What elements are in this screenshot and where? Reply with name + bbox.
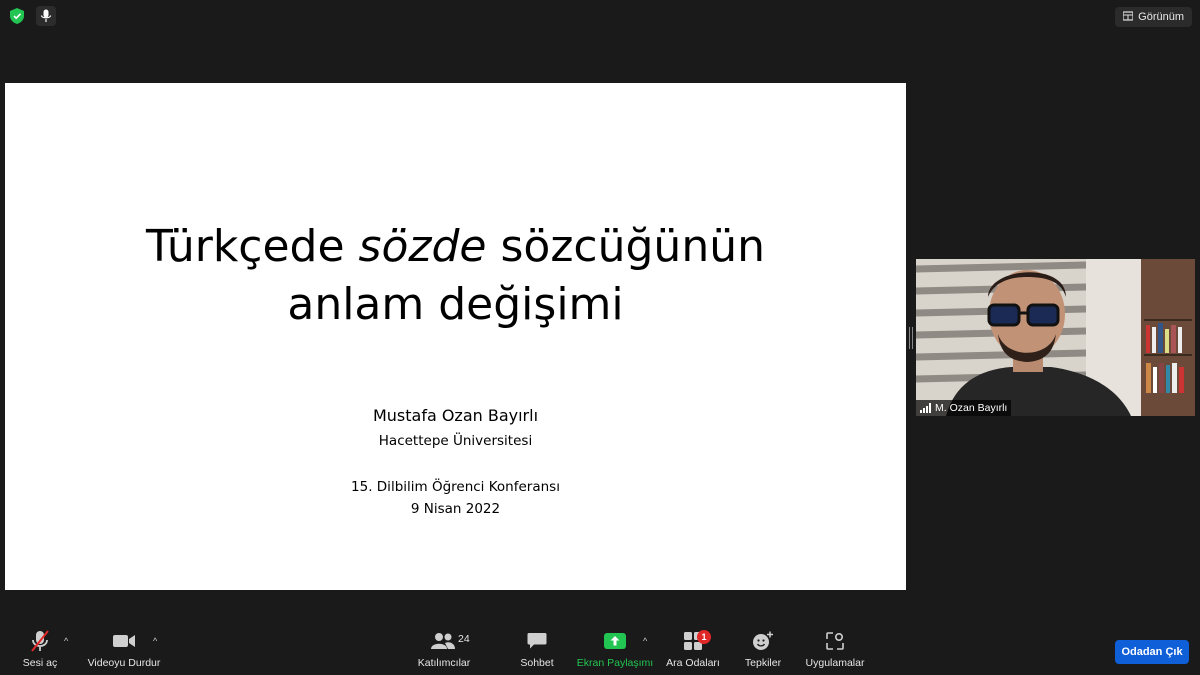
participants-icon: 24	[416, 628, 472, 654]
breakout-rooms-badge: 1	[697, 630, 711, 644]
reactions-button[interactable]: Tepkiler	[743, 628, 783, 669]
participant-name: M. Ozan Bayırlı	[935, 402, 1008, 414]
slide-date: 9 Nisan 2022	[410, 501, 501, 517]
participants-label: Katılımcılar	[417, 657, 471, 669]
panel-resize-handle[interactable]	[909, 327, 913, 349]
chat-icon	[527, 628, 547, 654]
breakout-rooms-icon: 1	[683, 628, 711, 654]
breakout-rooms-label: Ara Odaları	[666, 657, 720, 669]
unmute-label: Sesi aç	[22, 657, 58, 669]
video-options-chevron-icon[interactable]: ^	[153, 636, 157, 646]
mic-status-icon[interactable]	[36, 6, 56, 26]
reactions-label: Tepkiler	[744, 657, 782, 669]
reactions-icon	[752, 628, 774, 654]
participants-count: 24	[458, 633, 470, 645]
slide-title-line-1: Türkçede sözde sözcüğünün	[146, 221, 765, 272]
apps-icon	[826, 628, 844, 654]
view-button[interactable]: Görünüm	[1115, 7, 1192, 27]
top-left-controls	[8, 6, 56, 26]
stop-video-label: Videoyu Durdur	[87, 657, 161, 669]
apps-label: Uygulamalar	[805, 657, 865, 669]
chat-button[interactable]: Sohbet	[518, 628, 556, 669]
stop-video-button[interactable]: Videoyu Durdur	[84, 628, 164, 669]
participant-video[interactable]: M. Ozan Bayırlı	[916, 259, 1195, 416]
mic-off-icon	[29, 628, 51, 654]
slide-university: Hacettepe Üniversitesi	[378, 433, 533, 449]
slide-conference: 15. Dilbilim Öğrenci Konferansı	[351, 479, 560, 495]
apps-button[interactable]: Uygulamalar	[804, 628, 866, 669]
grid-view-icon	[1122, 10, 1134, 24]
view-label: Görünüm	[1138, 11, 1184, 23]
participant-name-tag: M. Ozan Bayırlı	[916, 400, 1012, 416]
leave-meeting-button[interactable]: Odadan Çık	[1115, 640, 1189, 664]
slide-title-line-2: anlam değişimi	[287, 279, 624, 330]
slide-title-italic: sözde	[358, 221, 487, 272]
signal-icon	[920, 403, 931, 413]
audio-options-chevron-icon[interactable]: ^	[64, 636, 68, 646]
share-screen-button[interactable]: Ekran Paylaşımı	[576, 628, 654, 669]
share-screen-label: Ekran Paylaşımı	[576, 657, 654, 669]
unmute-button[interactable]: Sesi aç	[22, 628, 58, 669]
participants-button[interactable]: 24 Katılımcılar	[416, 628, 472, 669]
slide-title: Türkçede sözde sözcüğünün anlam değişimi	[5, 218, 906, 334]
chat-label: Sohbet	[520, 657, 554, 669]
shield-icon[interactable]	[8, 6, 26, 26]
video-camera-icon	[112, 628, 136, 654]
participant-video-frame	[916, 259, 1195, 416]
slide-author: Mustafa Ozan Bayırlı	[372, 406, 539, 425]
breakout-rooms-button[interactable]: 1 Ara Odaları	[666, 628, 720, 669]
shared-screen-slide: Türkçede sözde sözcüğünün anlam değişimi…	[5, 83, 906, 590]
meeting-toolbar: Sesi aç ^ Videoyu Durdur ^ 24 Katılımcıl…	[0, 628, 1200, 675]
share-options-chevron-icon[interactable]: ^	[643, 636, 647, 646]
share-screen-icon	[604, 628, 626, 654]
